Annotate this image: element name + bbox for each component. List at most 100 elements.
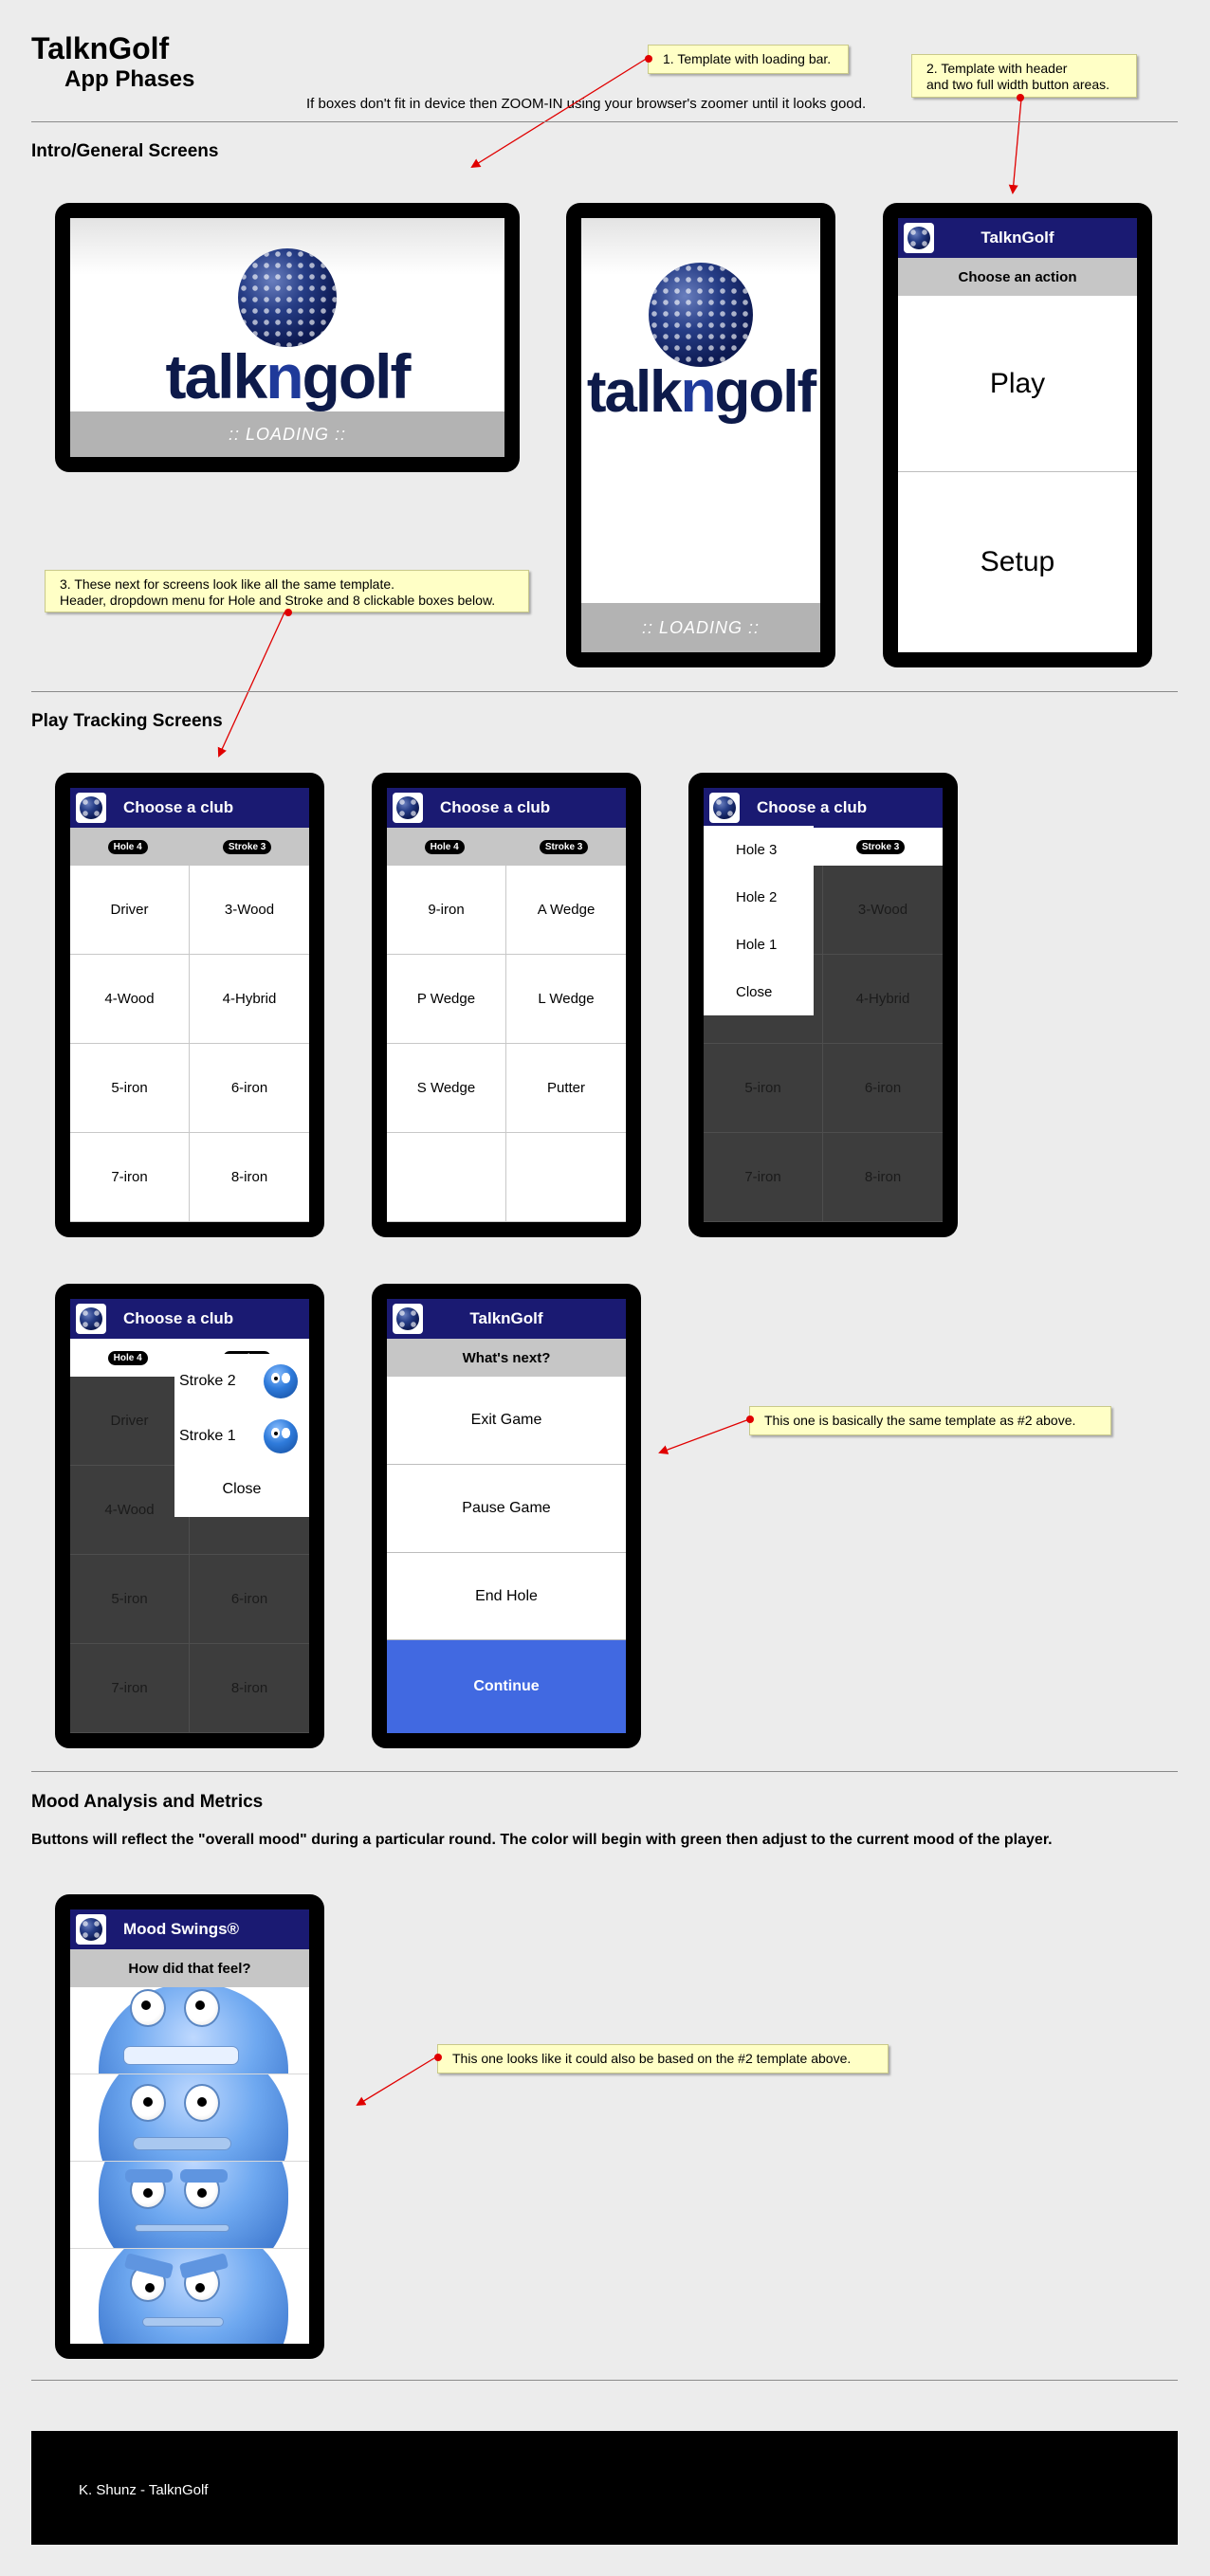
club-button[interactable]: Driver [70,866,190,955]
arrow-4 [658,1418,750,1454]
header-title: TalknGolf [469,1309,543,1327]
footer-text: K. Shunz - TalknGolf [79,2482,209,2498]
subheader: Choose an action [898,258,1137,296]
mood-button-very-happy[interactable] [70,1987,309,2074]
club-button[interactable]: Putter [506,1044,626,1133]
hole-stroke-bar: Hole 4 Stroke 3 [387,828,626,866]
stroke-dropdown[interactable]: Stroke 3 [855,839,906,854]
device-splash-portrait: talkngolf :: LOADING :: [566,203,835,667]
app-header: TalknGolf [387,1299,626,1339]
club-button[interactable]: 3-Wood [190,866,309,955]
talkngolf-logo: talkngolf [70,248,504,408]
subheader: What's next? [387,1339,626,1377]
club-button: Driver [70,1377,190,1466]
device-hole-dropdown: Choose a club Hole 4 Stroke 3 Driver 3-W… [688,773,958,1237]
device-choose-club-2: Choose a club Hole 4 Stroke 3 9-iron A W… [372,773,641,1237]
hole-dropdown[interactable]: Hole 4 [424,839,465,854]
app-header: Choose a club [704,788,943,828]
device-whats-next: TalknGolf What's next? Exit Game Pause G… [372,1284,641,1748]
hole-dropdown[interactable]: Hole 4 [107,1350,148,1365]
talkngolf-logo: talkngolf [581,263,820,422]
annotation-note-1: 1. Template with loading bar. [645,45,849,74]
club-button: 4-Wood [70,1466,190,1555]
section-heading-play: Play Tracking Screens [31,711,223,731]
club-button[interactable]: P Wedge [387,955,506,1044]
section-heading-mood: Mood Analysis and Metrics [31,1792,264,1812]
subheader: How did that feel? [70,1949,309,1987]
annotation-note-5: This one looks like it could also be bas… [434,2044,889,2074]
club-button[interactable]: 5-iron [70,1044,190,1133]
app-header: Choose a club [387,788,626,828]
continue-button[interactable]: Continue [387,1640,626,1733]
club-button[interactable]: 7-iron [70,1133,190,1222]
app-logo-icon [393,793,423,823]
app-header: Choose a club [70,1299,309,1339]
stroke-dropdown[interactable]: Stroke 3 [222,839,272,854]
club-grid: Driver 3-Wood 4-Wood 4-Hybrid 5-iron 6-i… [70,866,309,1222]
pause-game-button[interactable]: Pause Game [387,1465,626,1553]
hole-dropdown[interactable]: Hole 4 [107,839,148,854]
club-button[interactable]: 4-Hybrid [190,955,309,1044]
section-heading-intro: Intro/General Screens [31,141,219,161]
club-button: 7-iron [704,1133,823,1222]
app-logo-icon [393,1304,423,1334]
annotation-note-3: 3. These next for screens look like all … [45,570,529,616]
arrow-1 [470,57,649,169]
divider [31,691,1178,692]
club-button: 7-iron [70,1644,190,1733]
club-button[interactable]: S Wedge [387,1044,506,1133]
header-title: Choose a club [440,798,551,816]
club-button[interactable]: 8-iron [190,1133,309,1222]
stroke-menu: Stroke 2 Stroke 1 Close [174,1354,309,1517]
mood-button-angry[interactable] [70,2249,309,2344]
play-button[interactable]: Play [898,296,1137,472]
hole-menu-item[interactable]: Hole 1 [704,921,814,968]
club-button[interactable]: L Wedge [506,955,626,1044]
club-button[interactable]: 9-iron [387,866,506,955]
annotation-note-2: 2. Template with header and two full wid… [911,54,1137,101]
arrow-2 [1008,98,1022,194]
divider [31,121,1178,122]
header-title: Choose a club [757,798,868,816]
club-button-empty[interactable] [506,1133,626,1222]
header-title: Choose a club [123,1309,234,1327]
hole-menu-item[interactable]: Hole 3 [704,826,814,873]
loading-bar: :: LOADING :: [581,603,820,652]
close-menu-button[interactable]: Close [174,1464,309,1515]
footer: K. Shunz - TalknGolf [31,2431,1178,2545]
club-button: 6-iron [190,1555,309,1644]
club-button[interactable]: 6-iron [190,1044,309,1133]
loading-bar: :: LOADING :: [70,411,504,457]
divider [31,2380,1178,2381]
app-logo-icon [76,793,106,823]
happy-face-icon [264,1419,298,1453]
end-hole-button[interactable]: End Hole [387,1553,626,1640]
hole-menu-item[interactable]: Hole 2 [704,873,814,921]
stroke-dropdown[interactable]: Stroke 3 [539,839,589,854]
stroke-menu-item[interactable]: Stroke 1 [174,1409,309,1464]
arrow-3 [217,612,285,758]
page-subtitle: App Phases [64,66,195,92]
arrow-5 [356,2055,438,2107]
stroke-menu-item[interactable]: Stroke 2 [174,1354,309,1409]
very-happy-face-icon [130,1989,166,2027]
club-button-empty[interactable] [387,1133,506,1222]
club-button[interactable]: 4-Wood [70,955,190,1044]
happy-face-icon [130,2084,166,2122]
club-grid: 9-iron A Wedge P Wedge L Wedge S Wedge P… [387,866,626,1222]
mood-button-happy[interactable] [70,2074,309,2162]
angry-face-icon [264,1364,298,1398]
club-button: 8-iron [190,1644,309,1733]
club-button[interactable]: A Wedge [506,866,626,955]
exit-game-button[interactable]: Exit Game [387,1377,626,1465]
club-button: 3-Wood [823,866,943,955]
club-button: 5-iron [70,1555,190,1644]
club-button: 4-Hybrid [823,955,943,1044]
header-title: TalknGolf [981,228,1054,247]
close-menu-button[interactable]: Close [704,968,814,1015]
hole-menu: Hole 3 Hole 2 Hole 1 Close [704,826,814,1015]
device-choose-club-1: Choose a club Hole 4 Stroke 3 Driver 3-W… [55,773,324,1237]
setup-button[interactable]: Setup [898,472,1137,652]
mood-button-annoyed[interactable] [70,2162,309,2249]
golf-ball-icon [238,248,337,347]
